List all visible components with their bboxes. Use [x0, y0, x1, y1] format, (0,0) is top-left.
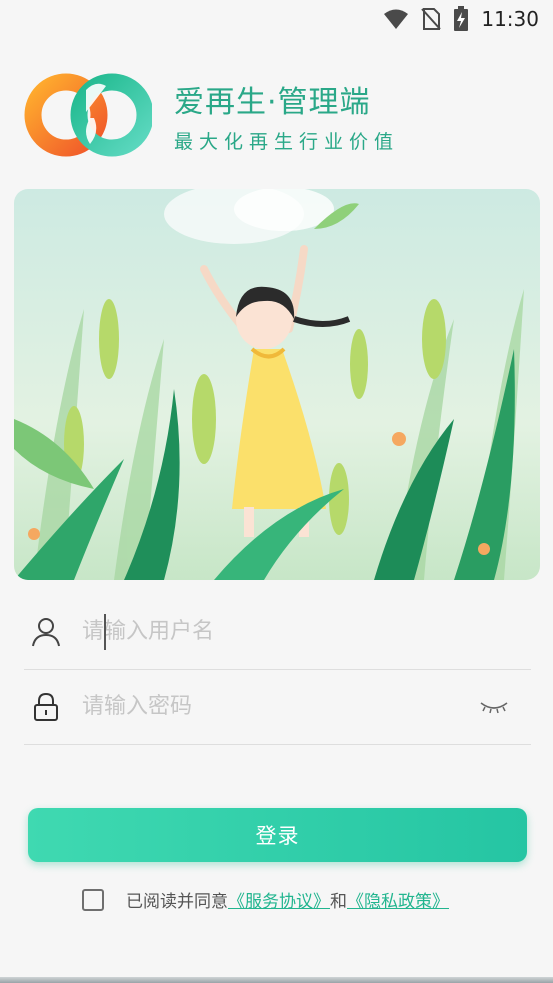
agreement-row: 已阅读并同意 《服务协议》 和 《隐私政策》: [82, 887, 449, 912]
brand-title: 爱再生·管理端: [174, 84, 371, 120]
service-agreement-link[interactable]: 《服务协议》: [228, 887, 330, 912]
agreement-prefix: 已阅读并同意: [126, 892, 228, 912]
password-input[interactable]: [82, 694, 472, 719]
girl-in-wheat-field-illustration: [14, 189, 540, 580]
brand-subtitle: 最大化再生行业价值: [174, 130, 400, 153]
privacy-policy-link[interactable]: 《隐私政策》: [347, 887, 449, 912]
username-input[interactable]: [82, 619, 472, 644]
brand-text: 爱再生·管理端 最大化再生行业价值: [174, 77, 399, 154]
agreement-and: 和: [330, 892, 347, 912]
lock-icon: [26, 687, 66, 727]
wifi-icon: [384, 9, 409, 29]
status-bar: 11:30: [0, 0, 553, 38]
no-sim-icon: [421, 8, 442, 30]
banner-illustration: [14, 189, 540, 580]
username-field: [24, 594, 531, 670]
password-field: [24, 669, 531, 745]
text-cursor: [104, 614, 106, 650]
app-logo-icon: [24, 73, 152, 157]
user-icon: [26, 612, 66, 652]
battery-charging-icon: [454, 6, 469, 31]
login-button[interactable]: 登录: [28, 808, 527, 862]
agreement-checkbox[interactable]: [82, 888, 104, 911]
brand-header: 爱再生·管理端 最大化再生行业价值: [24, 72, 399, 158]
status-time: 11:30: [481, 7, 539, 31]
bottom-edge: [0, 977, 553, 983]
eye-closed-icon[interactable]: [479, 697, 509, 717]
